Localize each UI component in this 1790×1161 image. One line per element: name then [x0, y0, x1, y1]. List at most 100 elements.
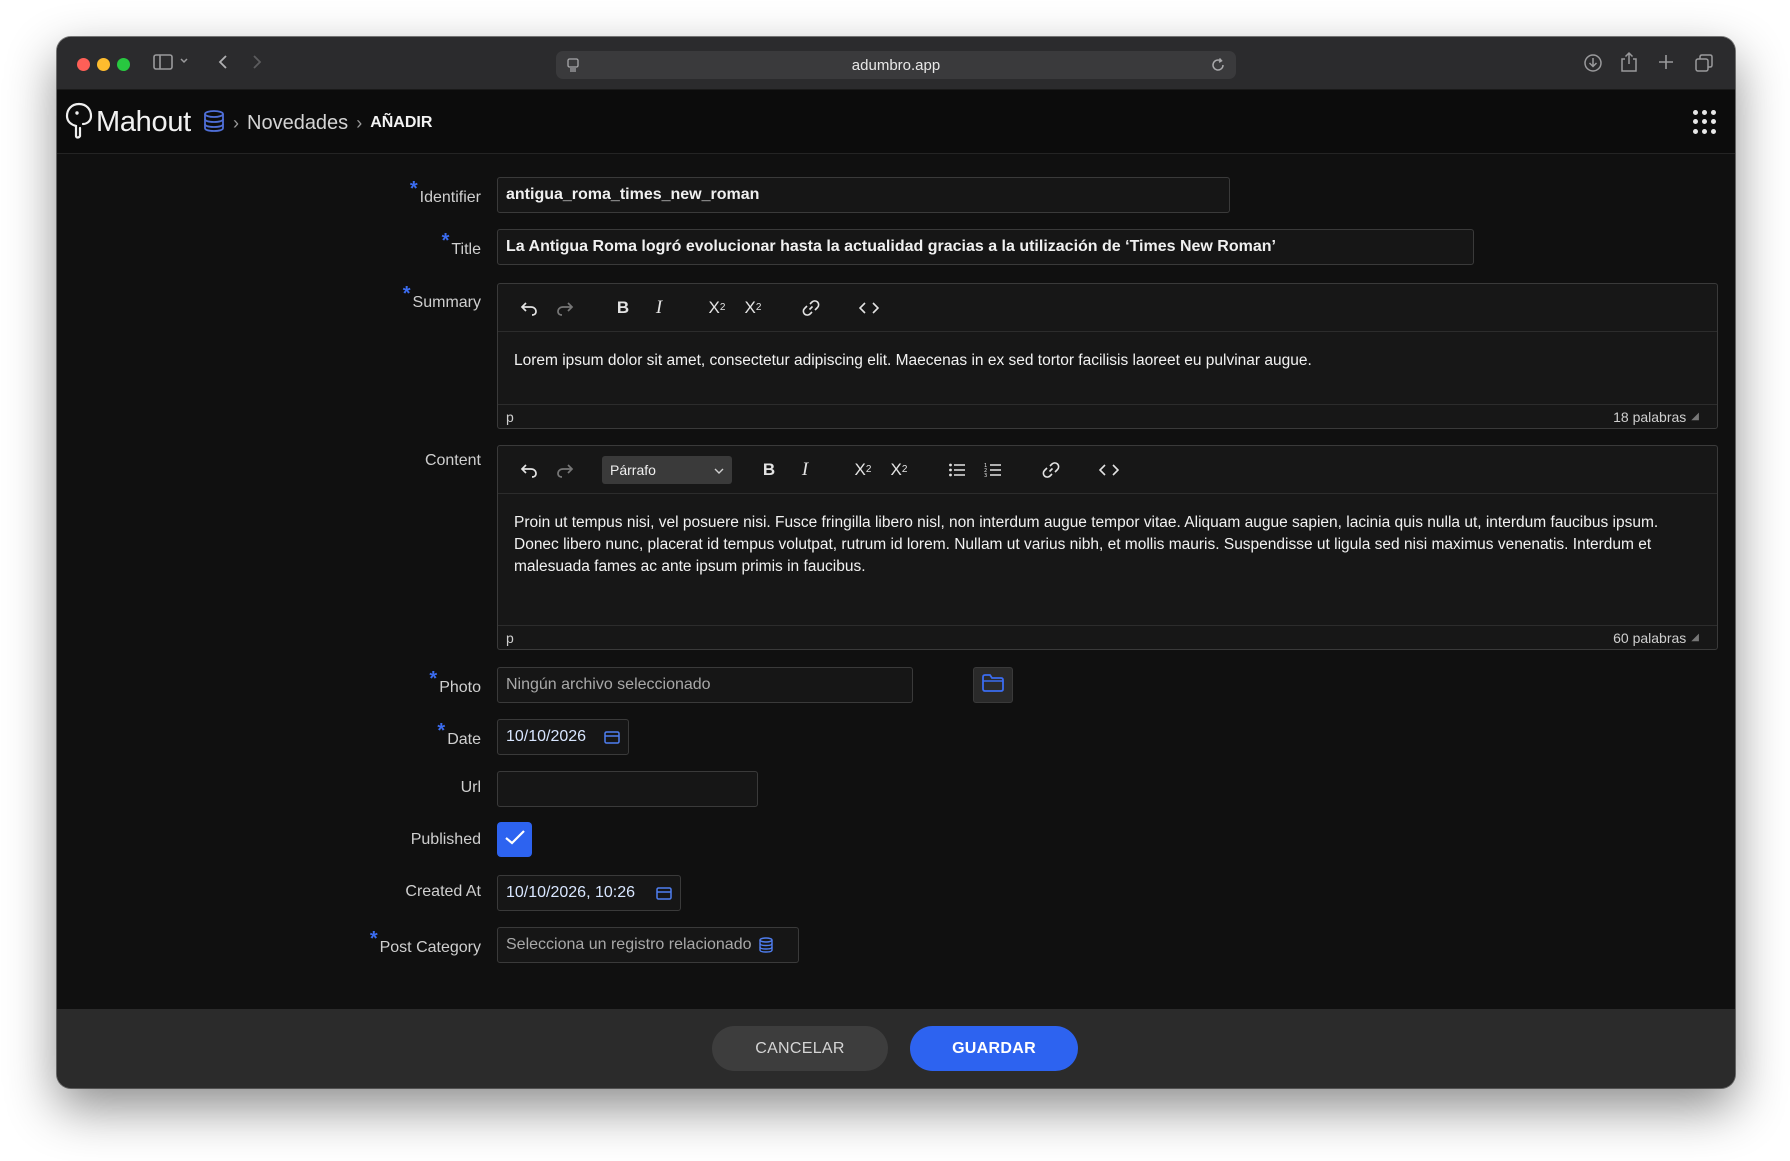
post-category-select[interactable]: Selecciona un registro relacionado	[497, 927, 799, 963]
summary-label-text: Summary	[412, 294, 481, 311]
bullet-list-icon[interactable]	[944, 457, 970, 483]
content-editor[interactable]: Párrafo B I X2 X2 123 Proin ut tempus ni…	[497, 445, 1718, 650]
subscript-icon[interactable]: X2	[740, 295, 766, 321]
reload-icon[interactable]	[1210, 57, 1226, 78]
browser-titlebar: adumbro.app	[57, 37, 1735, 90]
numbered-list-icon[interactable]: 123	[980, 457, 1006, 483]
cancel-button[interactable]: CANCELAR	[712, 1026, 888, 1071]
italic-icon[interactable]: I	[792, 457, 818, 483]
published-label: Published	[411, 831, 481, 849]
url-label: Url	[461, 779, 481, 797]
published-label-text: Published	[410, 831, 481, 848]
breadcrumb-section-link[interactable]: Novedades	[247, 112, 348, 135]
post-category-placeholder: Selecciona un registro relacionado	[506, 936, 752, 953]
date-value: 10/10/2026	[506, 728, 587, 745]
summary-editor[interactable]: B I X2 X2 Lorem ipsum dolor sit amet, co…	[497, 283, 1718, 429]
required-marker: *	[441, 230, 450, 252]
subscript-icon[interactable]: X2	[886, 457, 912, 483]
resize-handle-icon[interactable]: ◢	[1691, 632, 1699, 643]
breadcrumb-separator-icon: ›	[233, 112, 239, 133]
url-text: adumbro.app	[851, 56, 941, 74]
share-icon[interactable]	[1620, 51, 1638, 73]
content-label-text: Content	[424, 452, 481, 469]
source-code-icon[interactable]	[856, 295, 882, 321]
minimize-window-button[interactable]	[97, 58, 110, 71]
address-bar[interactable]: adumbro.app	[556, 51, 1236, 79]
page-settings-icon[interactable]	[566, 58, 580, 77]
link-icon[interactable]	[798, 295, 824, 321]
title-input[interactable]: La Antigua Roma logró evolucionar hasta …	[497, 229, 1474, 265]
downloads-icon[interactable]	[1583, 53, 1603, 73]
title-label: * Title	[442, 230, 481, 260]
created-at-value: 10/10/2026, 10:26	[506, 884, 636, 901]
published-checkbox[interactable]	[497, 822, 532, 857]
sidebar-toggle-icon[interactable]	[153, 53, 173, 71]
photo-label-text: Photo	[439, 679, 481, 696]
browse-file-button[interactable]	[973, 667, 1013, 703]
calendar-icon[interactable]	[604, 730, 620, 744]
block-format-select[interactable]: Párrafo	[602, 455, 732, 484]
chevron-down-icon[interactable]	[179, 56, 189, 66]
content-label: Content	[425, 452, 481, 470]
word-count[interactable]: 60 palabras	[1613, 630, 1686, 646]
add-record-form: * Identifier antigua_roma_times_new_roman…	[57, 155, 1735, 985]
undo-icon[interactable]	[516, 295, 542, 321]
content-toolbar: Párrafo B I X2 X2 123	[498, 446, 1717, 494]
required-marker: *	[369, 928, 378, 950]
bold-icon[interactable]: B	[610, 295, 636, 321]
close-window-button[interactable]	[77, 58, 90, 71]
app-header: Mahout › Novedades › AÑADIR	[57, 90, 1735, 154]
form-footer: CANCELAR GUARDAR	[57, 1009, 1735, 1088]
photo-placeholder: Ningún archivo seleccionado	[506, 676, 711, 693]
database-icon[interactable]	[203, 109, 225, 138]
created-at-label-text: Created At	[405, 883, 481, 900]
date-label: * Date	[437, 720, 481, 750]
folder-icon	[981, 673, 1005, 698]
word-count[interactable]: 18 palabras	[1613, 409, 1686, 425]
italic-icon[interactable]: I	[646, 295, 672, 321]
title-label-text: Title	[451, 241, 481, 258]
summary-label: * Summary	[403, 283, 481, 313]
breadcrumb-current: AÑADIR	[370, 114, 433, 131]
link-icon[interactable]	[1038, 457, 1064, 483]
new-tab-icon[interactable]	[1657, 53, 1675, 71]
superscript-icon[interactable]: X2	[704, 295, 730, 321]
zoom-window-button[interactable]	[117, 58, 130, 71]
summary-body[interactable]: Lorem ipsum dolor sit amet, consectetur …	[498, 332, 1717, 390]
superscript-icon[interactable]: X2	[850, 457, 876, 483]
content-statusbar: p 60 palabras ◢	[498, 625, 1717, 649]
photo-file-input[interactable]: Ningún archivo seleccionado	[497, 667, 913, 703]
date-input[interactable]: 10/10/2026	[497, 719, 629, 755]
required-marker: *	[402, 283, 411, 305]
apps-grid-icon[interactable]	[1693, 110, 1717, 134]
created-at-label: Created At	[405, 883, 481, 901]
tab-overview-icon[interactable]	[1694, 53, 1714, 73]
calendar-icon[interactable]	[656, 886, 672, 900]
identifier-input[interactable]: antigua_roma_times_new_roman	[497, 177, 1230, 213]
save-button[interactable]: GUARDAR	[910, 1026, 1078, 1071]
chevron-down-icon	[714, 462, 724, 478]
source-code-icon[interactable]	[1096, 457, 1122, 483]
browser-window: adumbro.app Mahout › Novedades › AÑADIR …	[57, 37, 1735, 1088]
breadcrumb: › Novedades › AÑADIR	[203, 108, 432, 138]
redo-icon[interactable]	[552, 457, 578, 483]
element-path[interactable]: p	[506, 409, 514, 425]
created-at-input[interactable]: 10/10/2026, 10:26	[497, 875, 681, 911]
checkmark-icon	[504, 828, 526, 851]
title-value: La Antigua Roma logró evolucionar hasta …	[506, 238, 1276, 255]
date-label-text: Date	[447, 731, 481, 748]
back-arrow-icon[interactable]	[217, 53, 229, 71]
forward-arrow-icon[interactable]	[251, 53, 263, 71]
content-body[interactable]: Proin ut tempus nisi, vel posuere nisi. …	[498, 494, 1717, 596]
app-logo[interactable]: Mahout	[64, 100, 191, 145]
element-path[interactable]: p	[506, 630, 514, 646]
database-icon	[759, 937, 774, 953]
app-logo-text: Mahout	[96, 106, 191, 138]
url-input[interactable]	[497, 771, 758, 807]
identifier-label-text: Identifier	[419, 189, 481, 206]
bold-icon[interactable]: B	[756, 457, 782, 483]
redo-icon[interactable]	[552, 295, 578, 321]
resize-handle-icon[interactable]: ◢	[1691, 411, 1699, 422]
undo-icon[interactable]	[516, 457, 542, 483]
svg-text:3: 3	[984, 473, 987, 478]
